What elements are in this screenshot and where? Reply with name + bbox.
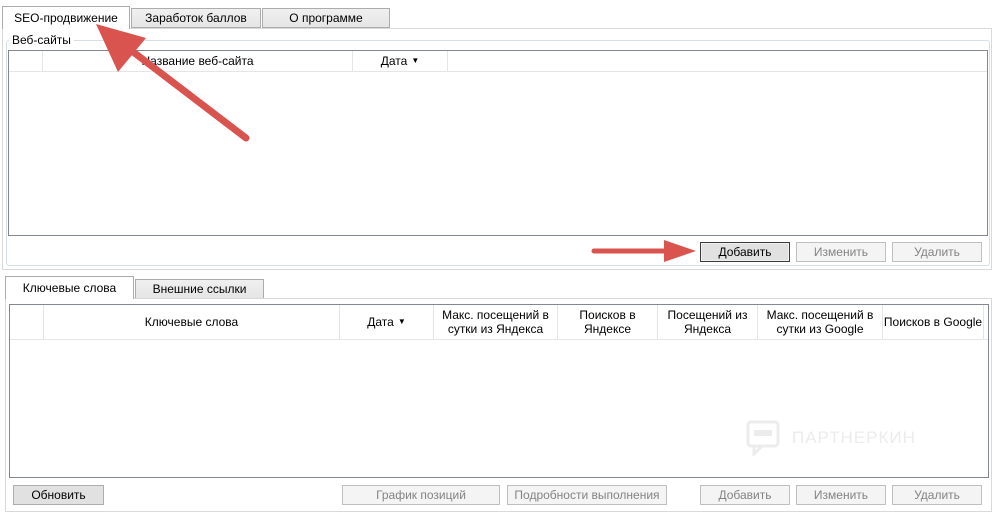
column-header-searches-yandex[interactable]: Поисков в Яндексе (558, 305, 658, 339)
delete-keyword-button[interactable]: Удалить (892, 485, 982, 505)
positions-chart-button[interactable]: График позиций (342, 485, 500, 505)
column-header-date[interactable]: Дата ▼ (340, 305, 434, 339)
websites-legend: Веб-сайты (9, 33, 74, 47)
tab-external-links[interactable]: Внешние ссылки (135, 279, 264, 299)
edit-keyword-button[interactable]: Изменить (796, 485, 886, 505)
column-header-site-name[interactable]: Название веб-сайта (43, 51, 353, 71)
sort-descending-icon: ▼ (411, 56, 420, 65)
websites-grid[interactable]: Название веб-сайта Дата ▼ (8, 50, 988, 236)
add-website-button[interactable]: Добавить (700, 242, 790, 262)
websites-grid-header: Название веб-сайта Дата ▼ (9, 51, 987, 72)
refresh-button[interactable]: Обновить (13, 485, 104, 505)
column-header-max-visits-google[interactable]: Макс. посещений в сутки из Google (758, 305, 883, 339)
column-header-date[interactable]: Дата ▼ (353, 51, 448, 71)
watermark: ПАРТНЕРКИН (746, 420, 946, 458)
row-selector-header (9, 51, 43, 71)
tab-earn-points[interactable]: Заработок баллов (131, 8, 261, 28)
column-header-searches-google[interactable]: Поисков в Google (883, 305, 984, 339)
delete-website-button[interactable]: Удалить (892, 242, 982, 262)
execution-details-button[interactable]: Подробности выполнения (507, 485, 667, 505)
edit-website-button[interactable]: Изменить (796, 242, 886, 262)
watermark-logo-icon (746, 420, 780, 456)
add-keyword-button[interactable]: Добавить (700, 485, 790, 505)
column-header-keywords[interactable]: Ключевые слова (44, 305, 340, 339)
column-header-visits-yandex[interactable]: Посещений из Яндекса (658, 305, 758, 339)
tab-about[interactable]: О программе (262, 8, 390, 28)
row-selector-header (10, 305, 44, 339)
sort-descending-icon: ▼ (397, 317, 406, 326)
column-header-max-visits-yandex[interactable]: Макс. посещений в сутки из Яндекса (434, 305, 558, 339)
watermark-text: ПАРТНЕРКИН (792, 428, 916, 447)
tab-keywords[interactable]: Ключевые слова (5, 276, 134, 299)
tab-seo[interactable]: SEO-продвижение (2, 6, 130, 29)
keywords-grid-header: Ключевые слова Дата ▼ Макс. посещений в с… (10, 305, 988, 340)
